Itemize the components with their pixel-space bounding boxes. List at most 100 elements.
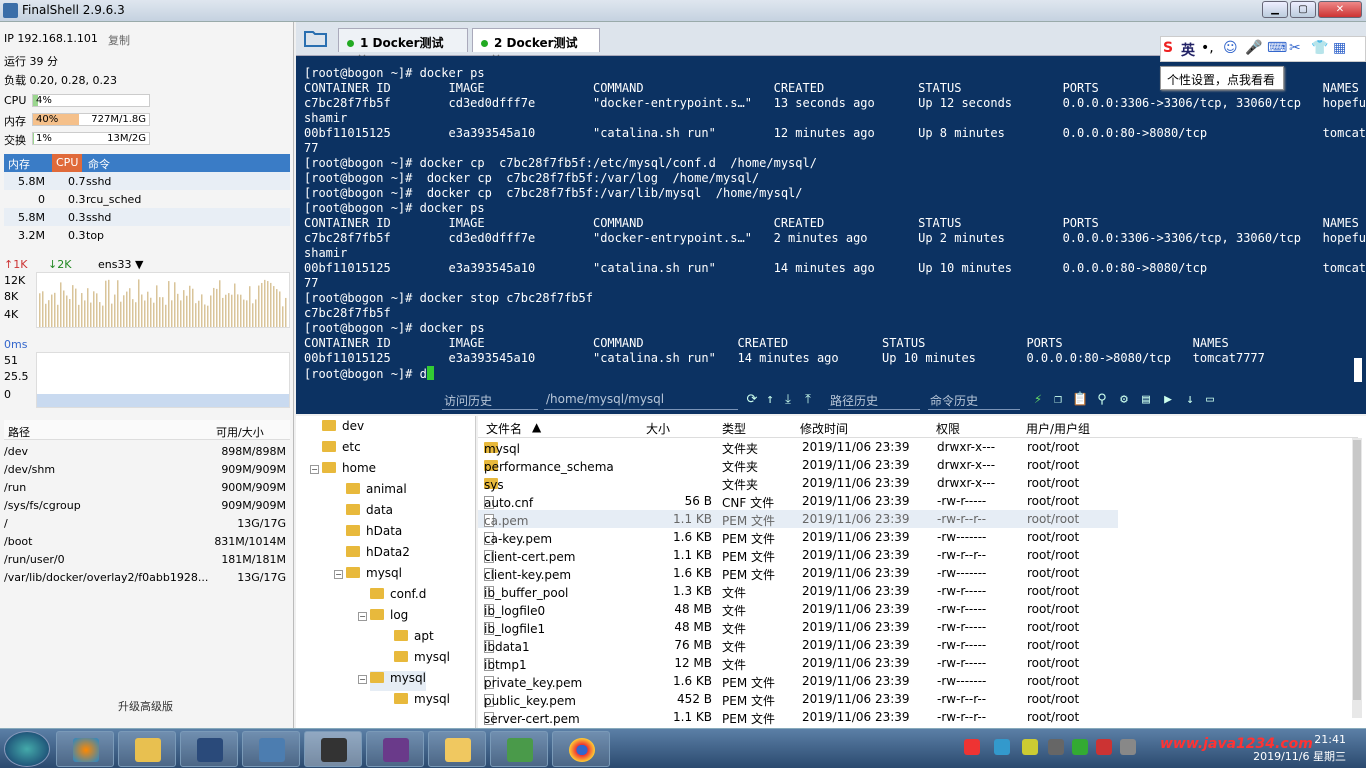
process-row[interactable]: 5.8M 0.3 sshd	[4, 208, 290, 226]
start-button[interactable]	[4, 731, 50, 767]
window-icon[interactable]: ▭	[1202, 392, 1218, 408]
minimize-button[interactable]: ▁	[1262, 1, 1288, 18]
file-row[interactable]: server-cert.pem 1.1 KB PEM 文件 2019/11/06 23…	[478, 708, 1118, 726]
file-row[interactable]: ib_logfile0 48 MB 文件 2019/11/06 23:39 -rw-r-…	[478, 600, 1118, 618]
collapse-toggle-icon[interactable]: −	[334, 570, 343, 579]
skin-icon[interactable]: 👕	[1311, 40, 1328, 56]
col-filename[interactable]: 文件名	[486, 420, 522, 437]
sogou-tray-icon[interactable]	[964, 739, 980, 755]
taskbar-app-folder[interactable]	[428, 731, 486, 767]
tree-node[interactable]: animal	[346, 482, 407, 502]
tree-node[interactable]: hData	[346, 524, 402, 544]
command-history-input[interactable]: 命令历史	[928, 392, 1020, 410]
upgrade-link[interactable]: 升级高级版	[118, 698, 173, 714]
security-tray-icon[interactable]	[1022, 739, 1038, 755]
file-row[interactable]: sys 文件夹 2019/11/06 23:39 drwxr-x--- root/roo…	[478, 474, 1118, 492]
lightning-icon[interactable]: ⚡	[1030, 392, 1046, 408]
tree-node[interactable]: etc	[322, 440, 361, 460]
terminal[interactable]: [root@bogon ~]# docker ps CONTAINER ID IM…	[296, 56, 1366, 414]
tree-node[interactable]: home	[322, 461, 376, 481]
col-size[interactable]: 大小	[646, 420, 670, 437]
file-row[interactable]: private_key.pem 1.6 KB PEM 文件 2019/11/06 23…	[478, 672, 1118, 690]
tab-session-2[interactable]: 2 Docker测试×	[472, 28, 600, 65]
tree-node[interactable]: data	[346, 503, 393, 523]
col-owner[interactable]: 用户/用户组	[1026, 420, 1090, 437]
file-row[interactable]: client-key.pem 1.6 KB PEM 文件 2019/11/06 23:…	[478, 564, 1118, 582]
filesystem-row[interactable]: /var/lib/docker/overlay2/f0abb1928... 13G…	[4, 568, 290, 586]
filesystem-row[interactable]: /dev/shm 909M/909M	[4, 460, 290, 478]
file-row[interactable]: public_key.pem 452 B PEM 文件 2019/11/06 23:3…	[478, 690, 1118, 708]
filesystem-row[interactable]: /run/user/0 181M/181M	[4, 550, 290, 568]
col-available[interactable]: 可用/大小	[216, 424, 264, 440]
display-tray-icon[interactable]	[1048, 739, 1064, 755]
taskbar-app-editor[interactable]	[490, 731, 548, 767]
taskbar-app-media[interactable]	[56, 731, 114, 767]
col-type[interactable]: 类型	[722, 420, 746, 437]
grid-icon[interactable]: ▦	[1333, 40, 1346, 56]
taskbar-app-finalshell[interactable]	[304, 731, 362, 767]
tree-node[interactable]: log	[370, 608, 408, 628]
play-icon[interactable]: ▶	[1160, 392, 1176, 408]
file-row[interactable]: ibtmp1 12 MB 文件 2019/11/06 23:39 -rw-r----- r…	[478, 654, 1118, 672]
current-path-input[interactable]: /home/mysql/mysql	[544, 392, 738, 410]
taskbar-app-chrome[interactable]	[552, 731, 610, 767]
file-row[interactable]: auto.cnf 56 B CNF 文件 2019/11/06 23:39 -rw-r-…	[478, 492, 1118, 510]
terminal-scrollbar[interactable]	[1354, 358, 1362, 382]
path-history-input[interactable]: 路径历史	[828, 392, 920, 410]
file-list-scrollbar[interactable]	[1352, 438, 1362, 718]
file-row[interactable]: mysql 文件夹 2019/11/06 23:39 drwxr-x--- root/r…	[478, 438, 1118, 456]
download-icon[interactable]: ⤓	[780, 392, 796, 408]
access-history-input[interactable]: 访问历史	[442, 392, 538, 410]
tree-node[interactable]: mysql	[394, 650, 450, 670]
refresh-icon[interactable]: ⟳	[744, 392, 760, 408]
collapse-toggle-icon[interactable]: −	[358, 612, 367, 621]
folder-icon[interactable]	[304, 28, 328, 48]
punctuation-icon[interactable]: •,	[1201, 40, 1214, 56]
up-arrow-icon[interactable]: ↑	[762, 392, 778, 408]
taskbar-app-eclipse[interactable]	[366, 731, 424, 767]
arrow-down-icon[interactable]: ↓	[1182, 392, 1198, 408]
tree-node[interactable]: mysql	[394, 692, 450, 712]
col-memory[interactable]: 内存	[8, 156, 30, 172]
col-modified[interactable]: 修改时间	[800, 420, 848, 437]
file-row[interactable]: ibdata1 76 MB 文件 2019/11/06 23:39 -rw-r-----…	[478, 636, 1118, 654]
col-path[interactable]: 路径	[8, 424, 30, 440]
file-row[interactable]: client-cert.pem 1.1 KB PEM 文件 2019/11/06 23…	[478, 546, 1118, 564]
tree-node[interactable]: apt	[394, 629, 434, 649]
close-button[interactable]: ✕	[1318, 1, 1362, 18]
taskbar-app-mysql[interactable]	[242, 731, 300, 767]
gear-icon[interactable]: ⚙	[1116, 392, 1132, 408]
upload-icon[interactable]: ⤒	[800, 392, 816, 408]
file-row[interactable]: performance_schema 文件夹 2019/11/06 23:39 drw…	[478, 456, 1118, 474]
taskbar-app-ide[interactable]	[180, 731, 238, 767]
net-interface-select[interactable]: ens33 ▼	[98, 258, 143, 271]
collapse-toggle-icon[interactable]: −	[358, 675, 367, 684]
filesystem-row[interactable]: / 13G/17G	[4, 514, 290, 532]
col-command[interactable]: 命令	[88, 156, 110, 172]
search-icon[interactable]: ⚲	[1094, 392, 1110, 408]
keyboard-icon[interactable]: ⌨	[1267, 40, 1287, 56]
emoji-icon[interactable]: ☺	[1223, 40, 1238, 56]
col-cpu[interactable]: CPU	[52, 154, 83, 172]
tree-node[interactable]: mysql	[346, 566, 402, 586]
ime-language-toggle[interactable]: 英	[1181, 40, 1195, 60]
maximize-button[interactable]: ▢	[1290, 1, 1316, 18]
col-permissions[interactable]: 权限	[936, 420, 960, 437]
tree-node[interactable]: hData2	[346, 545, 410, 565]
network-tray-icon[interactable]	[994, 739, 1010, 755]
tab-session-1[interactable]: 1 Docker测试×	[338, 28, 468, 65]
tree-node[interactable]: mysql	[370, 671, 426, 691]
filesystem-row[interactable]: /run 900M/909M	[4, 478, 290, 496]
tree-node[interactable]: dev	[322, 419, 364, 439]
paste-icon[interactable]: 📋	[1072, 392, 1088, 408]
process-row[interactable]: 5.8M 0.7 sshd	[4, 172, 290, 190]
open-folder-icon[interactable]: ▤	[1138, 392, 1154, 408]
sogou-icon[interactable]: S	[1163, 40, 1173, 56]
process-row[interactable]: 0 0.3 rcu_sched	[4, 190, 290, 208]
app-tray-icon[interactable]	[1096, 739, 1112, 755]
microphone-icon[interactable]: 🎤	[1245, 40, 1262, 56]
tree-node[interactable]: conf.d	[370, 587, 426, 607]
volume-tray-icon[interactable]	[1120, 739, 1136, 755]
file-row[interactable]: ib_buffer_pool 1.3 KB 文件 2019/11/06 23:39 -r…	[478, 582, 1118, 600]
file-row[interactable]: ca.pem 1.1 KB PEM 文件 2019/11/06 23:39 -rw-r-…	[478, 510, 1118, 528]
